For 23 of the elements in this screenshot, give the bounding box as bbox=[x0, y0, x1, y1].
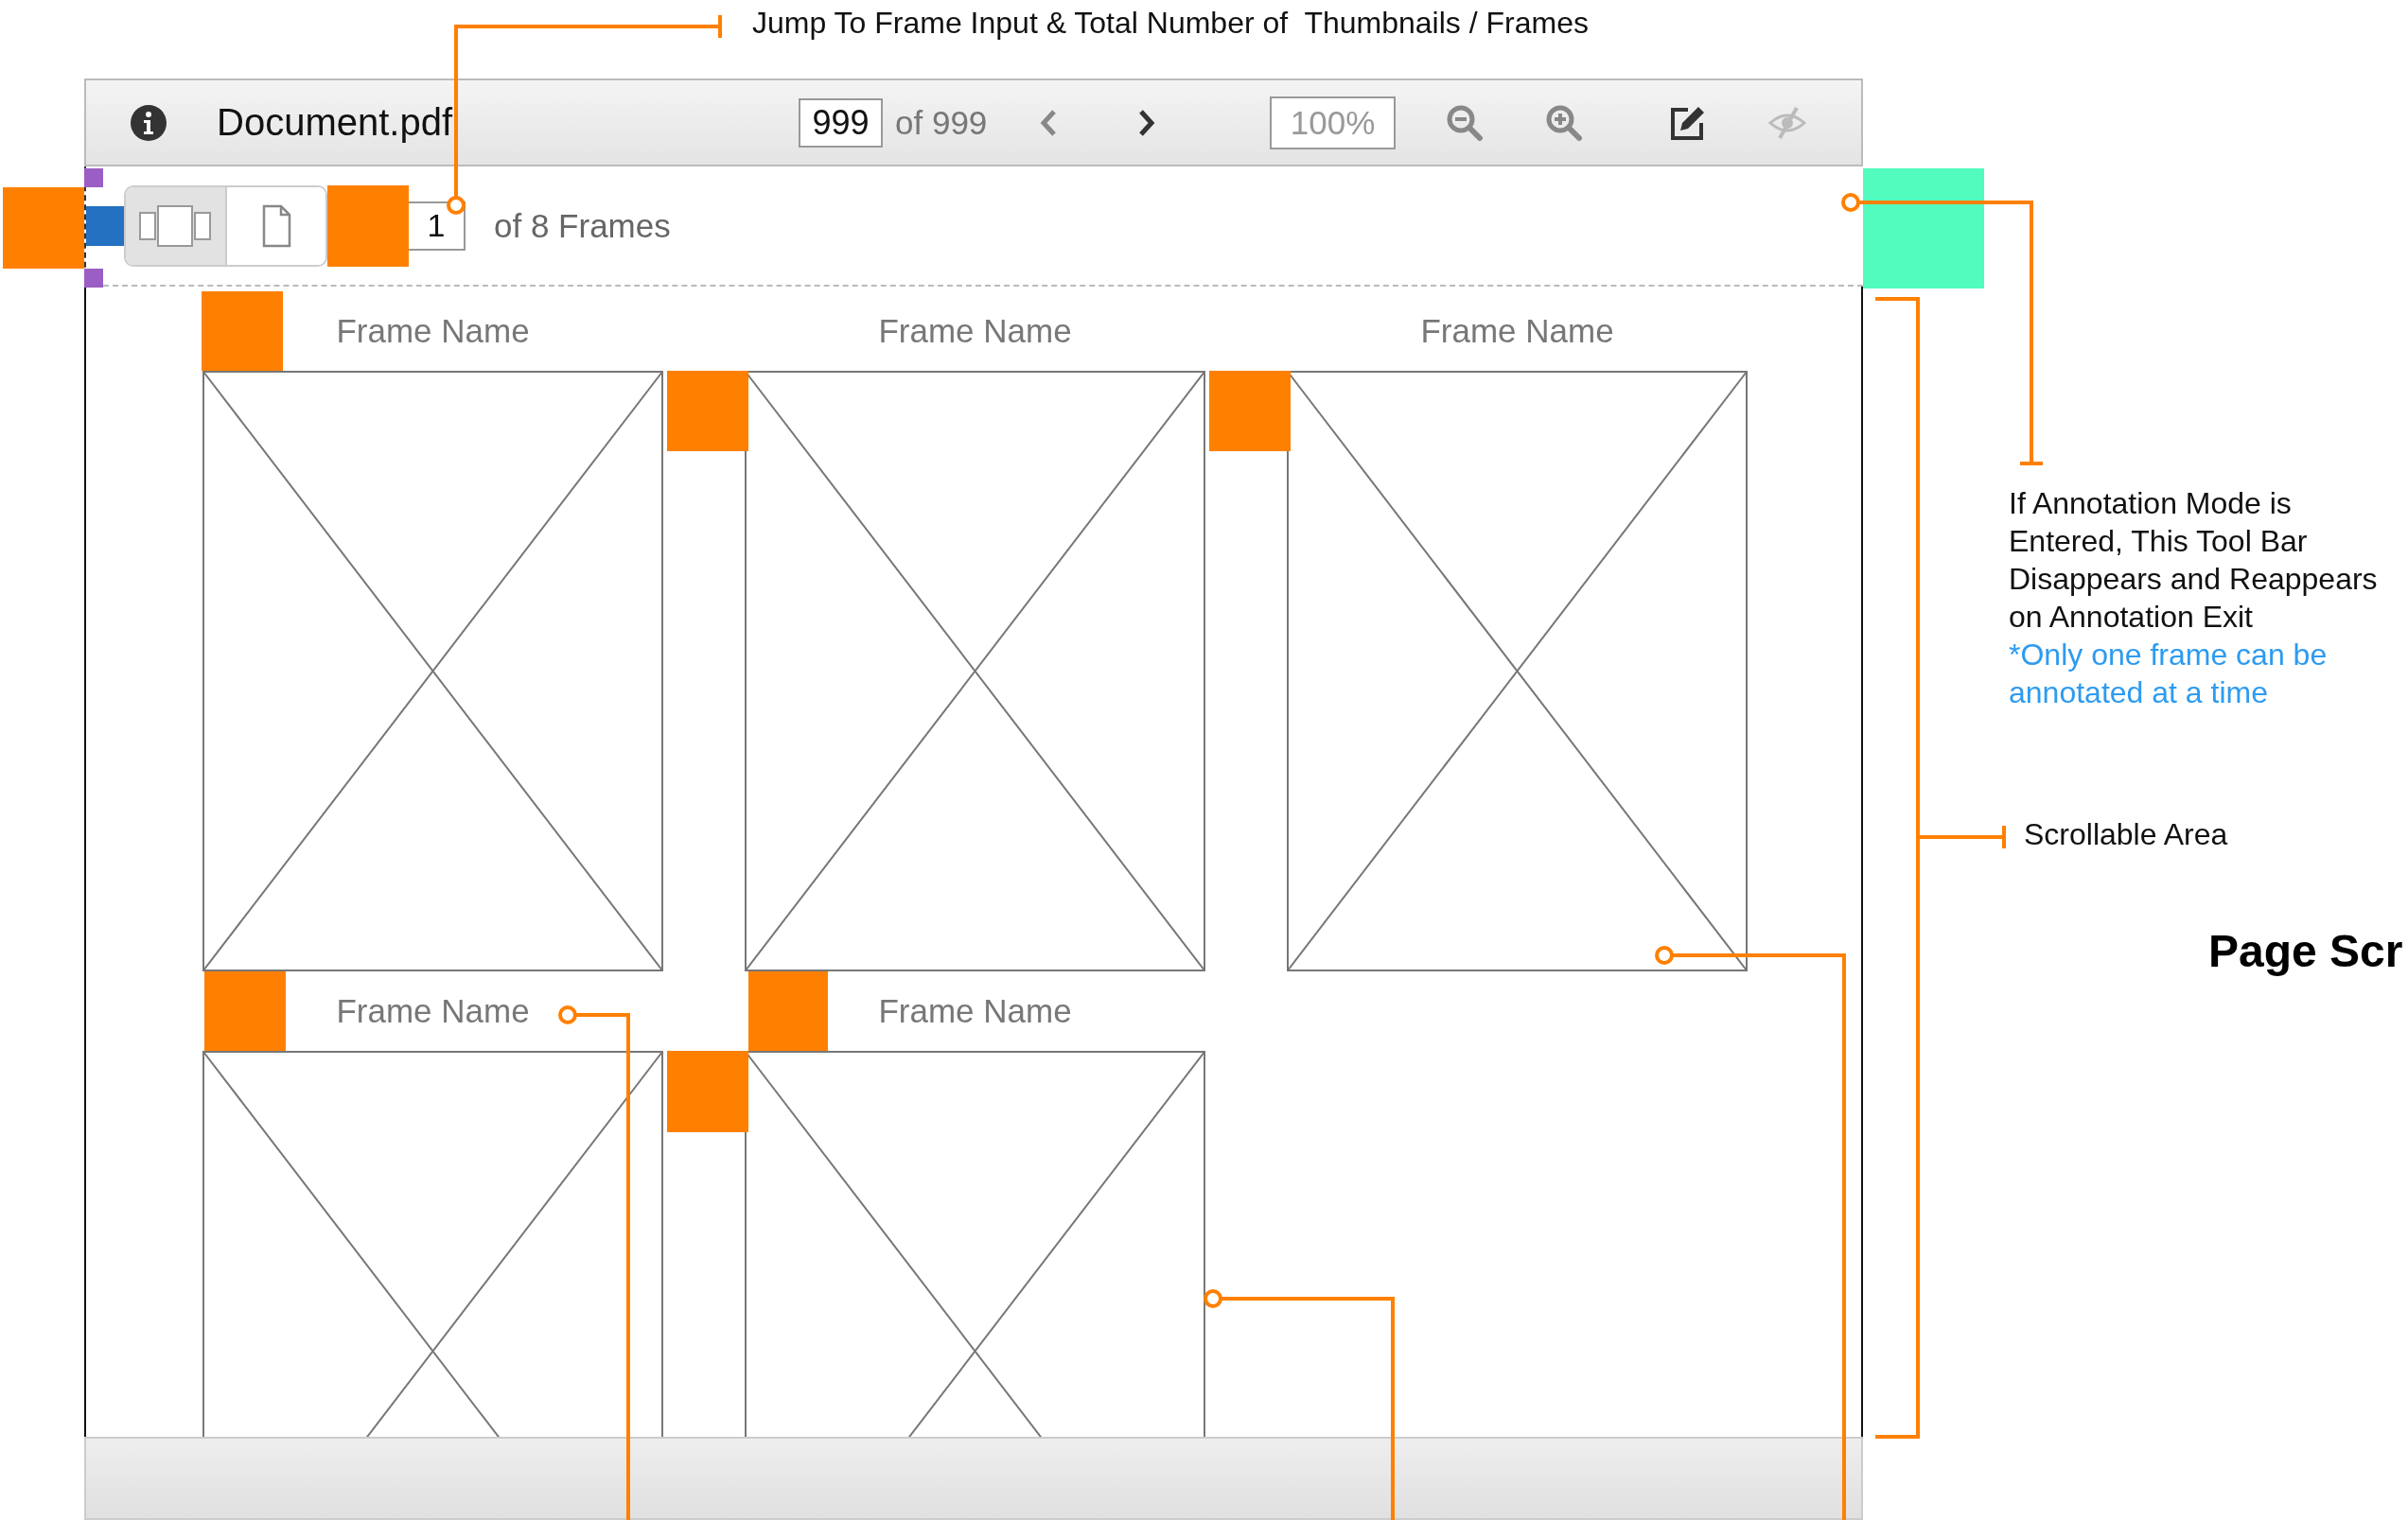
selection-bar bbox=[86, 205, 124, 246]
frame-name: Frame Name bbox=[336, 991, 530, 1031]
callout-text: Jump To Frame Input & Total Number of Thumbnails / Frames bbox=[752, 6, 1589, 41]
thumbnails-icon bbox=[137, 202, 214, 249]
callout-note: *Only one frame can be annotated at a time bbox=[2009, 637, 2329, 711]
frame-total: of 8 Frames bbox=[494, 206, 671, 245]
zoom-out-icon[interactable] bbox=[1446, 103, 1484, 142]
callout-text: If Annotation Mode is Entered, This Tool Bar Disappears and Reappears on Annotation Exit bbox=[2009, 485, 2379, 636]
frame-input[interactable]: 1 bbox=[409, 201, 466, 251]
frame-name: Frame Name bbox=[878, 311, 1072, 351]
view-mode-tab[interactable] bbox=[126, 186, 227, 265]
page-input[interactable]: 999 bbox=[799, 97, 883, 148]
file-name: Document.pdf bbox=[217, 101, 454, 144]
page-title: Page Scr bbox=[2208, 925, 2403, 977]
page-total: of 999 bbox=[895, 103, 989, 142]
frame-name: Frame Name bbox=[336, 311, 530, 351]
zoom-in-icon[interactable] bbox=[1545, 103, 1583, 142]
callout-text: Scrollable Area bbox=[2024, 817, 2228, 852]
marker-square bbox=[84, 168, 103, 187]
info-icon[interactable] bbox=[130, 103, 167, 142]
frame-name: Frame Name bbox=[878, 991, 1072, 1031]
marker-square bbox=[84, 269, 103, 288]
frame-name: Frame Name bbox=[1420, 311, 1614, 351]
